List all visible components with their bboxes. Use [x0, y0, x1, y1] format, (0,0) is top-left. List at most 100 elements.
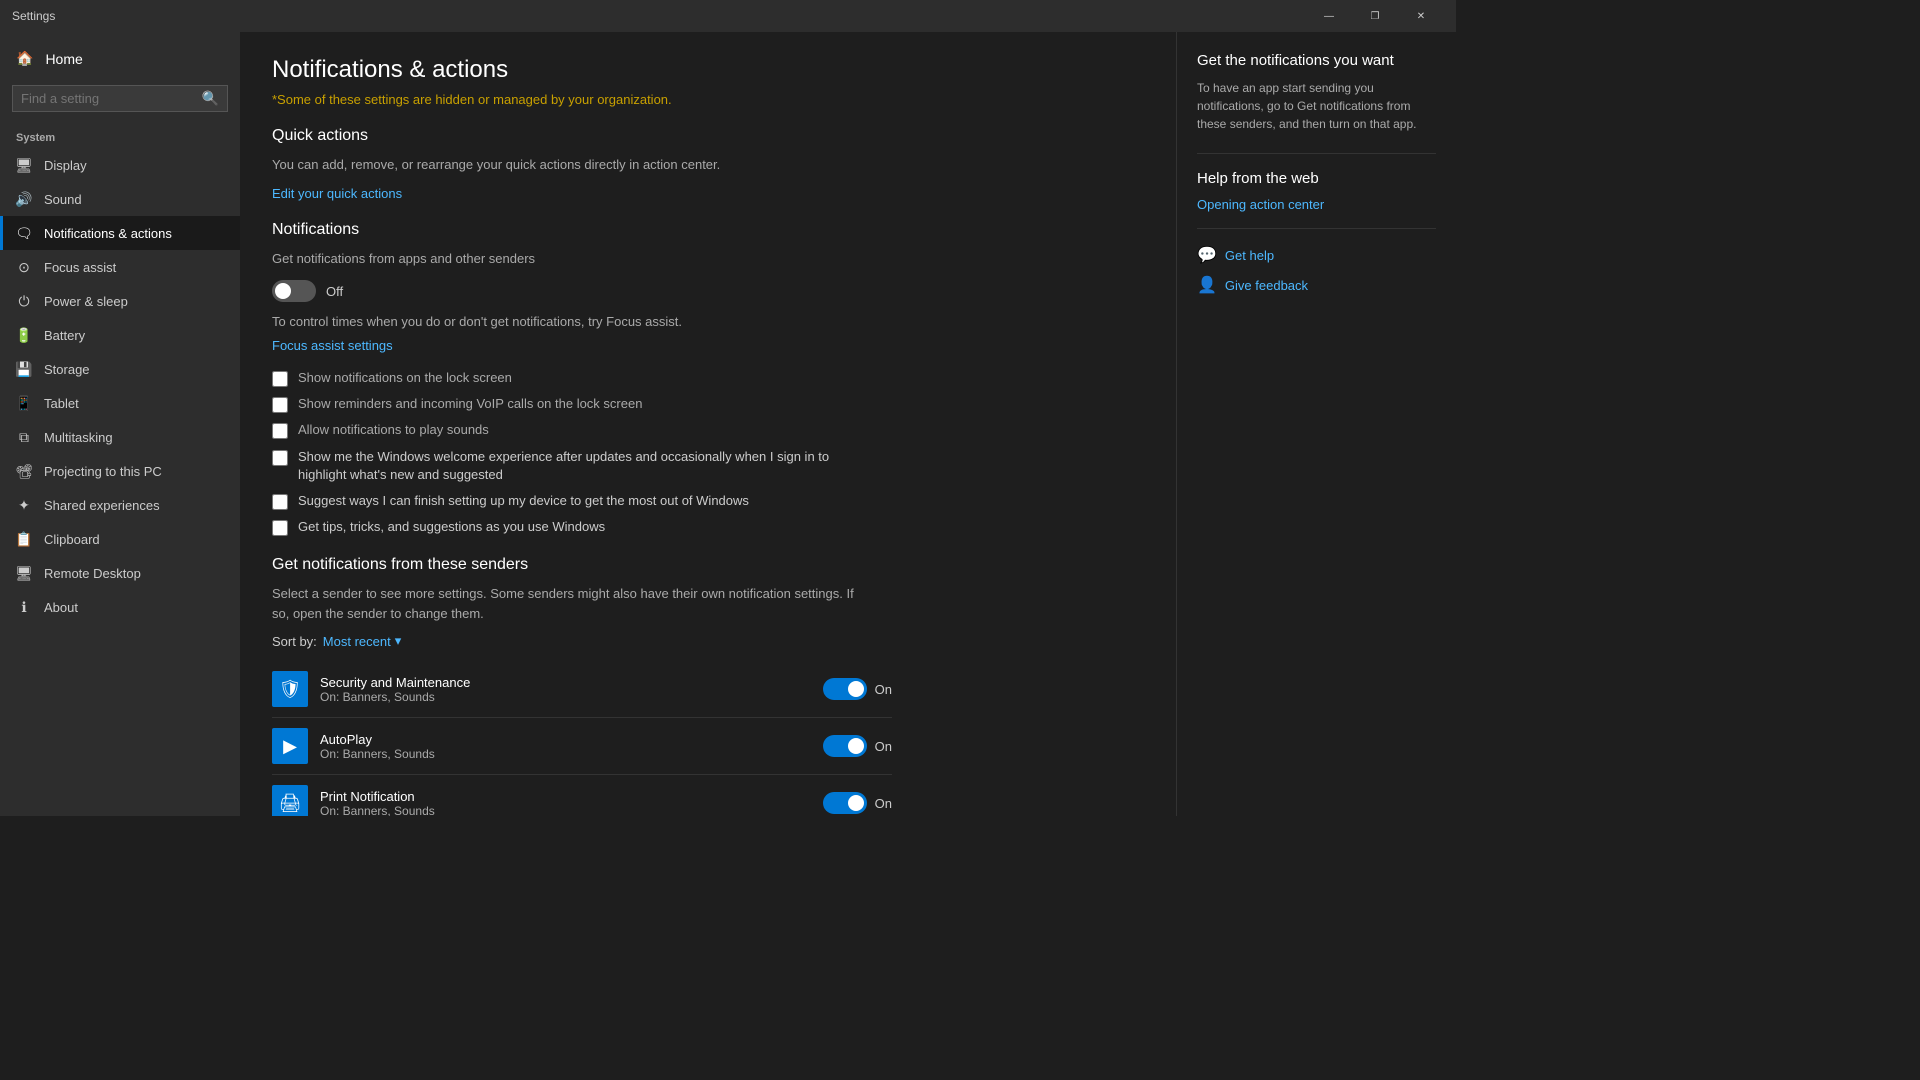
page-title: Notifications & actions — [272, 56, 1144, 84]
right-panel-notifications-text: To have an app start sending you notific… — [1197, 79, 1436, 133]
notifications-toggle-label: Off — [326, 284, 343, 299]
sender-item-autoplay[interactable]: ▶ AutoPlay On: Banners, Sounds On — [272, 718, 892, 775]
home-button[interactable]: 🏠 Home — [0, 40, 240, 77]
home-label: Home — [45, 51, 82, 67]
right-panel: Get the notifications you want To have a… — [1176, 32, 1456, 816]
sidebar-item-display[interactable]: 🖥 Display — [0, 148, 240, 182]
sidebar-item-sound[interactable]: 🔊 Sound — [0, 182, 240, 216]
sidebar-item-about[interactable]: ℹ About — [0, 590, 240, 624]
search-box: 🔍 — [12, 85, 228, 112]
sender-item-security[interactable]: 🛡 Security and Maintenance On: Banners, … — [272, 661, 892, 718]
system-section-label: System — [0, 120, 240, 148]
sidebar-item-clipboard[interactable]: 📋 Clipboard — [0, 522, 240, 556]
focus-assist-link[interactable]: Focus assist settings — [272, 338, 393, 353]
autoplay-sender-info: AutoPlay On: Banners, Sounds — [320, 732, 811, 761]
autoplay-sender-name: AutoPlay — [320, 732, 811, 747]
sidebar-label-projecting: Projecting to this PC — [44, 464, 162, 479]
close-button[interactable]: ✕ — [1398, 0, 1444, 32]
sidebar-label-focus: Focus assist — [44, 260, 116, 275]
sounds-label: Allow notifications to play sounds — [298, 421, 489, 439]
autoplay-sender-icon: ▶ — [272, 728, 308, 764]
sidebar-item-power[interactable]: ⏻ Power & sleep — [0, 284, 240, 318]
lock-screen-checkbox[interactable] — [272, 371, 288, 387]
notifications-toggle-row: Off — [272, 280, 1144, 302]
sender-item-print[interactable]: 🖨 Print Notification On: Banners, Sounds… — [272, 775, 892, 816]
tips-checkbox[interactable] — [272, 520, 288, 536]
checkbox-tips: Get tips, tricks, and suggestions as you… — [272, 518, 1144, 536]
projecting-icon: 📽 — [16, 463, 32, 479]
notifications-toggle[interactable] — [272, 280, 316, 302]
give-feedback-icon: 👤 — [1197, 275, 1217, 295]
storage-icon: 💾 — [16, 361, 32, 377]
sidebar-item-notifications[interactable]: 🗨 Notifications & actions — [0, 216, 240, 250]
sidebar-item-projecting[interactable]: 📽 Projecting to this PC — [0, 454, 240, 488]
autoplay-on-label: On — [875, 739, 892, 754]
security-sender-sub: On: Banners, Sounds — [320, 690, 811, 704]
get-notifications-label: Get notifications from apps and other se… — [272, 249, 872, 269]
sort-label: Sort by: — [272, 634, 317, 649]
get-help-item: 💬 Get help — [1197, 245, 1436, 265]
search-input[interactable] — [21, 91, 202, 106]
sidebar-item-shared[interactable]: ✦ Shared experiences — [0, 488, 240, 522]
sidebar-item-remote[interactable]: 🖥 Remote Desktop — [0, 556, 240, 590]
security-toggle[interactable] — [823, 678, 867, 700]
print-sender-icon: 🖨 — [272, 785, 308, 816]
suggest-label: Suggest ways I can finish setting up my … — [298, 492, 749, 510]
welcome-checkbox[interactable] — [272, 450, 288, 466]
multitasking-icon: ⧉ — [16, 429, 32, 445]
give-feedback-link[interactable]: Give feedback — [1225, 278, 1308, 293]
give-feedback-item: 👤 Give feedback — [1197, 275, 1436, 295]
voip-label: Show reminders and incoming VoIP calls o… — [298, 395, 642, 413]
clipboard-icon: 📋 — [16, 531, 32, 547]
print-toggle[interactable] — [823, 792, 867, 814]
right-panel-divider — [1197, 153, 1436, 154]
main-content: Notifications & actions *Some of these s… — [240, 32, 1176, 816]
sounds-checkbox[interactable] — [272, 423, 288, 439]
voip-checkbox[interactable] — [272, 397, 288, 413]
autoplay-toggle[interactable] — [823, 735, 867, 757]
tablet-icon: 📱 — [16, 395, 32, 411]
sidebar-label-display: Display — [44, 158, 87, 173]
senders-desc: Select a sender to see more settings. So… — [272, 584, 872, 623]
sidebar-item-focus[interactable]: ⊙ Focus assist — [0, 250, 240, 284]
help-from-web-title: Help from the web — [1197, 170, 1436, 187]
focus-icon: ⊙ — [16, 259, 32, 275]
checkbox-lock-screen: Show notifications on the lock screen — [272, 369, 1144, 387]
sidebar-item-multitasking[interactable]: ⧉ Multitasking — [0, 420, 240, 454]
sidebar-item-battery[interactable]: 🔋 Battery — [0, 318, 240, 352]
remote-icon: 🖥 — [16, 565, 32, 581]
get-help-link[interactable]: Get help — [1225, 248, 1274, 263]
about-icon: ℹ — [16, 599, 32, 615]
sidebar-label-multitasking: Multitasking — [44, 430, 113, 445]
suggest-checkbox[interactable] — [272, 494, 288, 510]
sidebar-item-storage[interactable]: 💾 Storage — [0, 352, 240, 386]
help-from-web-section: Help from the web Opening action center — [1197, 170, 1436, 212]
restore-button[interactable]: ❐ — [1352, 0, 1398, 32]
edit-quick-actions-link[interactable]: Edit your quick actions — [272, 186, 402, 201]
sidebar: 🏠 Home 🔍 System 🖥 Display 🔊 Sound 🗨 Noti… — [0, 32, 240, 816]
quick-actions-title: Quick actions — [272, 127, 1144, 145]
sidebar-item-tablet[interactable]: 📱 Tablet — [0, 386, 240, 420]
right-panel-divider2 — [1197, 228, 1436, 229]
sort-row: Sort by: Most recent ▾ — [272, 633, 1144, 649]
focus-assist-desc: To control times when you do or don't ge… — [272, 314, 872, 329]
sort-dropdown[interactable]: Most recent ▾ — [323, 633, 401, 649]
sidebar-label-shared: Shared experiences — [44, 498, 160, 513]
get-notifications-section: Get the notifications you want To have a… — [1197, 52, 1436, 133]
opening-action-center-link[interactable]: Opening action center — [1197, 197, 1436, 212]
sidebar-label-tablet: Tablet — [44, 396, 79, 411]
right-panel-notifications-title: Get the notifications you want — [1197, 52, 1436, 69]
autoplay-toggle-area: On — [823, 735, 892, 757]
sidebar-label-battery: Battery — [44, 328, 85, 343]
notifications-icon: 🗨 — [16, 225, 32, 241]
sidebar-label-power: Power & sleep — [44, 294, 128, 309]
sidebar-label-notifications: Notifications & actions — [44, 226, 172, 241]
autoplay-sender-sub: On: Banners, Sounds — [320, 747, 811, 761]
security-sender-info: Security and Maintenance On: Banners, So… — [320, 675, 811, 704]
minimize-button[interactable]: — — [1306, 0, 1352, 32]
sidebar-label-clipboard: Clipboard — [44, 532, 100, 547]
notifications-title: Notifications — [272, 221, 1144, 239]
security-on-label: On — [875, 682, 892, 697]
checkbox-suggest: Suggest ways I can finish setting up my … — [272, 492, 1144, 510]
title-bar: Settings — ❐ ✕ — [0, 0, 1456, 32]
